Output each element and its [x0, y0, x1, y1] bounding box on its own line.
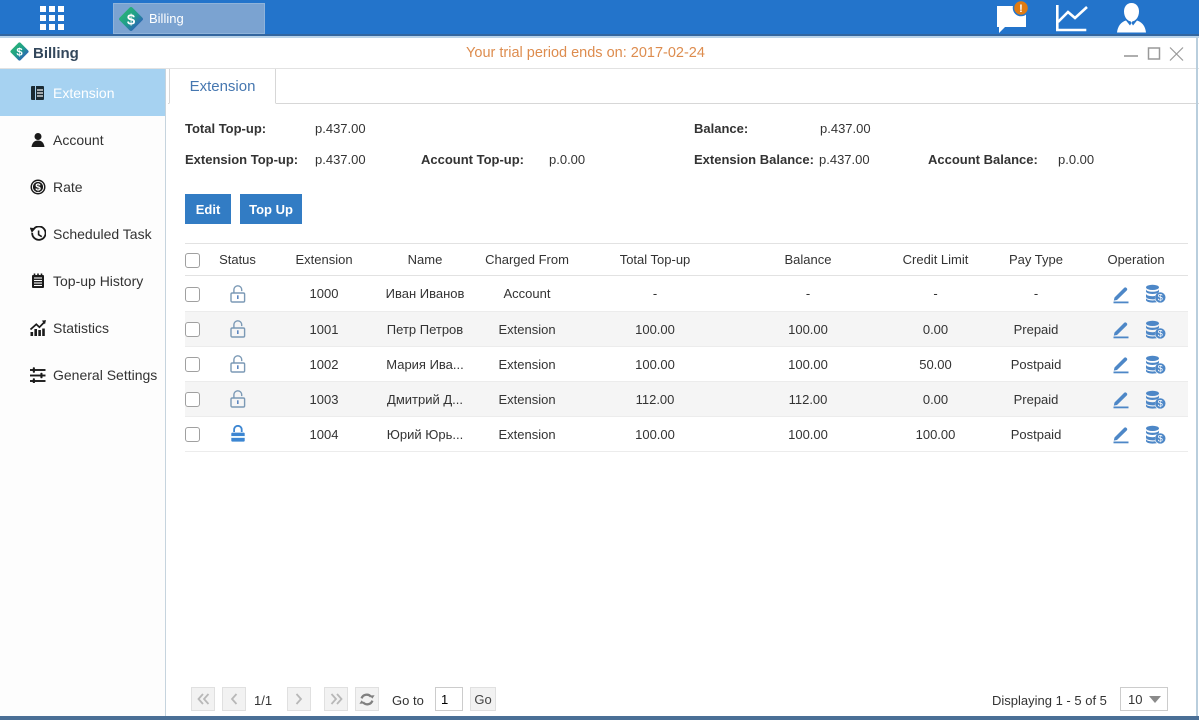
svg-text:$: $: [35, 182, 41, 193]
svg-text:$: $: [127, 11, 136, 28]
svg-text:$: $: [1157, 293, 1162, 303]
svg-text:$: $: [1157, 328, 1162, 338]
svg-text:$: $: [1157, 433, 1162, 443]
svg-text:$: $: [1157, 363, 1162, 373]
svg-text:$: $: [1157, 398, 1162, 408]
svg-text:!: !: [1019, 3, 1023, 15]
